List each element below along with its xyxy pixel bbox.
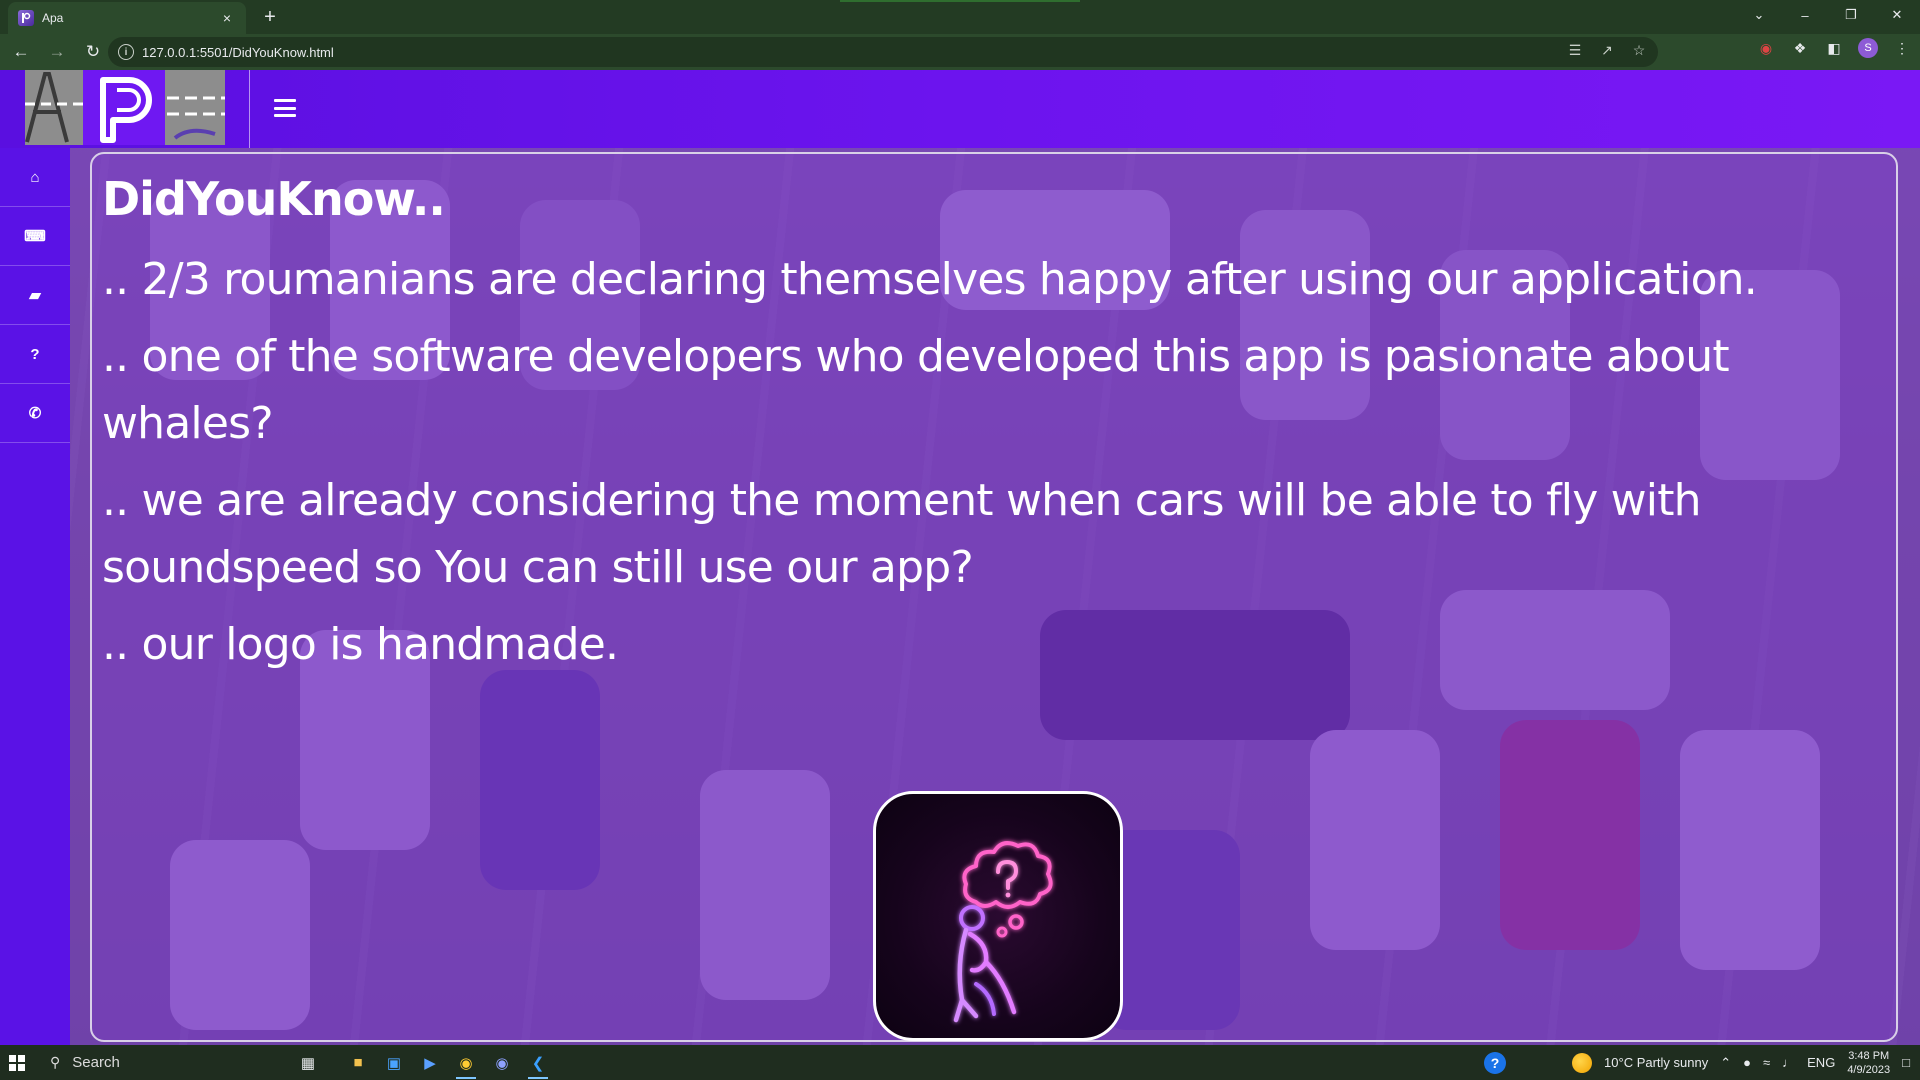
sidebar-item-help[interactable]: ? [0,325,70,384]
reload-icon[interactable]: ↻ [78,37,108,67]
keyboard-icon: ⌨ [24,228,46,245]
phone-icon: ✆ [28,405,42,422]
weather-text[interactable]: 10°C Partly sunny [1604,1055,1708,1070]
volume-icon[interactable]: ♩ [1782,1055,1795,1070]
fact-item: .. we are already considering the moment… [102,475,1702,593]
restore-button[interactable]: ❐ [1828,0,1874,30]
os-taskbar: ⚲ Search ▦ ■ ▣ ▶ ◉ ◉ ❮ ? 10°C Partly sun… [0,1045,1920,1080]
notifications-icon[interactable]: □ [1902,1055,1910,1070]
browser-menu-icon[interactable]: ⋮ [1892,40,1912,57]
toolbar-right: ◉ ❖ ◧ S ⋮ [1756,38,1912,58]
task-view-icon[interactable]: ▦ [290,1045,326,1080]
tab-title: Apa [42,11,64,25]
site-info-icon[interactable]: i [118,44,134,60]
sidebar-item-contact[interactable]: ✆ [0,384,70,443]
browser-tab[interactable]: Apa × [8,2,246,34]
hamburger-line [274,114,296,117]
clock-time: 3:48 PM [1848,1049,1890,1062]
fact-item: .. 2/3 roumanians are declaring themselv… [102,254,1758,305]
sidebar-nav: ⌂ ⌨ ▰ ? ✆ [0,148,70,1045]
search-icon: ⚲ [50,1054,61,1070]
app-logo[interactable] [25,70,225,145]
site-favicon-icon [18,10,34,26]
bookmark-star-icon[interactable]: ☆ [1630,42,1648,59]
tab-strip-accent [840,0,1080,2]
fact-item: .. our logo is handmade. [102,619,619,670]
profile-avatar[interactable]: S [1858,38,1878,58]
chevron-up-icon[interactable]: ⌃ [1720,1055,1731,1071]
weather-icon[interactable] [1572,1052,1593,1073]
did-you-know-panel: DidYouKnow.. .. 2/3 roumanians are decla… [90,152,1898,1042]
taskbar-search[interactable]: ⚲ Search [40,1045,290,1080]
address-url[interactable]: 127.0.0.1:5501/DidYouKnow.html [142,45,334,60]
page-title: DidYouKnow.. [102,172,446,226]
site-header [0,70,1920,148]
page-viewport: ⌂ ⌨ ▰ ? ✆ DidYouKnow.. .. 2/3 roumanians… [0,70,1920,1045]
omnibox-actions: ☰ ↗ ☆ [1566,42,1648,59]
help-icon[interactable]: ? [1484,1051,1507,1074]
header-divider [249,70,250,148]
hamburger-line [274,106,296,110]
question-icon: ? [30,345,40,363]
close-window-button[interactable]: ✕ [1874,0,1920,30]
sidebar-item-keyboard[interactable]: ⌨ [0,207,70,266]
sidebar-item-book[interactable]: ▰ [0,266,70,325]
back-arrow-icon[interactable]: ← [6,37,36,67]
wifi-icon[interactable]: ≈ [1763,1055,1770,1070]
language-indicator[interactable]: ENG [1807,1055,1835,1070]
clock[interactable]: 3:48 PM 4/9/2023 [1847,1049,1890,1077]
thinking-person-image [873,791,1123,1041]
browser-tab-strip: Apa × + ⌄ – ❐ ✕ [0,0,1920,34]
vscode-icon[interactable]: ❮ [520,1045,556,1080]
extension-icon[interactable]: ◉ [1756,40,1776,57]
tab-search-icon[interactable]: ⌄ [1736,0,1782,30]
window-controls: ⌄ – ❐ ✕ [1736,0,1920,30]
address-bar[interactable]: i 127.0.0.1:5501/DidYouKnow.html ☰ ↗ ☆ [108,37,1658,67]
minimize-button[interactable]: – [1782,0,1828,30]
store-icon[interactable]: ▣ [376,1045,412,1080]
home-icon: ⌂ [30,168,40,186]
clock-date: 4/9/2023 [1847,1063,1891,1076]
taskbar-search-label: Search [72,1054,120,1071]
microphone-icon[interactable]: ● [1743,1055,1751,1070]
windows-start-icon[interactable] [0,1045,34,1080]
system-tray: ? 10°C Partly sunny ⌃ ● ≈ ♩ ENG 3:48 PM … [1484,1045,1920,1080]
hamburger-menu-icon[interactable] [272,97,298,119]
facts-list: .. 2/3 roumanians are declaring themselv… [102,246,1802,688]
hamburger-line [274,99,296,102]
book-icon: ▰ [29,287,41,304]
side-panel-icon[interactable]: ◧ [1824,40,1844,57]
browser-toolbar: ← → ↻ i 127.0.0.1:5501/DidYouKnow.html ☰… [0,34,1920,70]
translate-icon[interactable]: ☰ [1566,42,1584,59]
new-tab-button[interactable]: + [256,4,284,30]
file-explorer-icon[interactable]: ■ [340,1045,376,1080]
tab-close-icon[interactable]: × [218,10,236,26]
extensions-puzzle-icon[interactable]: ❖ [1790,40,1810,57]
media-app-icon[interactable]: ▶ [412,1045,448,1080]
sidebar-item-home[interactable]: ⌂ [0,148,70,207]
forward-arrow-icon[interactable]: → [42,37,72,67]
chrome-icon[interactable]: ◉ [448,1045,484,1080]
discord-icon[interactable]: ◉ [484,1045,520,1080]
share-icon[interactable]: ↗ [1598,42,1616,59]
fact-item: .. one of the software developers who de… [102,331,1730,449]
